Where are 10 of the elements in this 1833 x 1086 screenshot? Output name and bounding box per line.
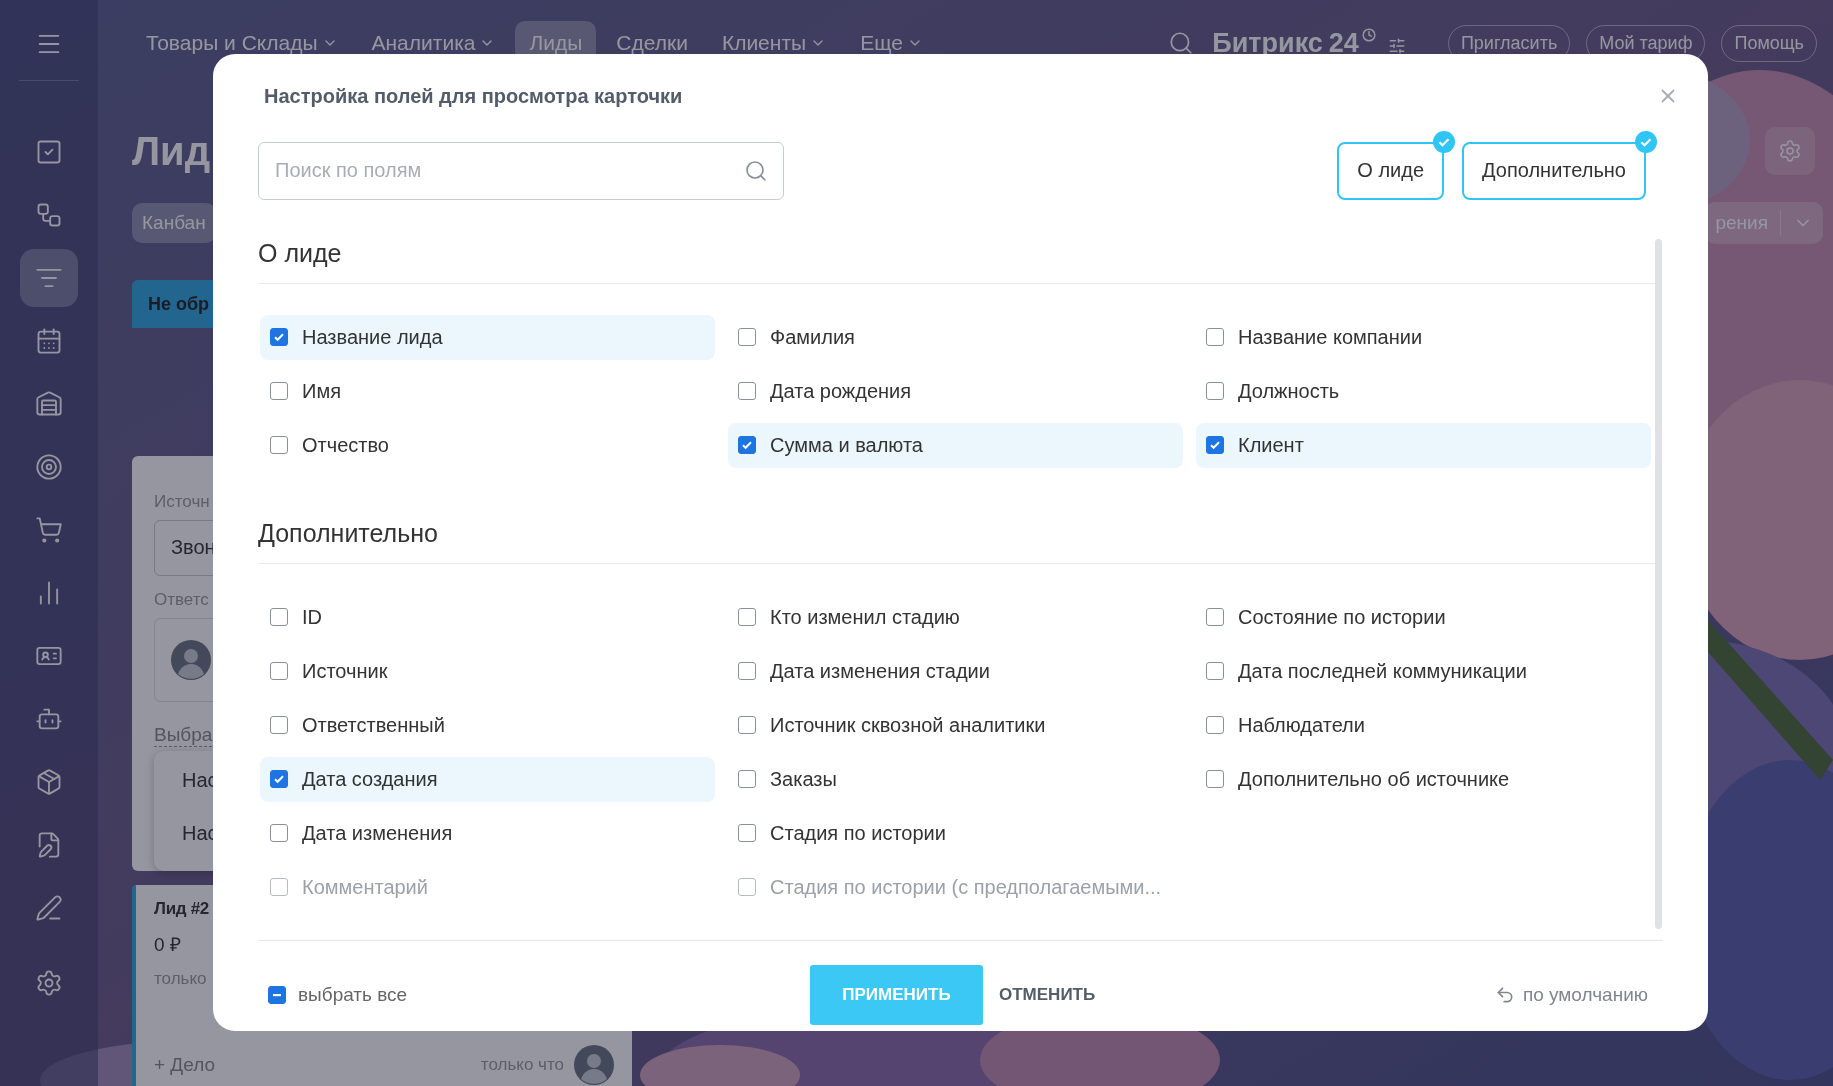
page-title: Лид (132, 128, 211, 174)
section-title: О лиде (258, 238, 342, 268)
lead-title: Лид #2 (154, 899, 209, 919)
dialog-title: Настройка полей для просмотра карточки (264, 84, 683, 108)
lead-time: только (154, 969, 207, 989)
section-title: Дополнительно (258, 518, 438, 548)
field-label: Источн (154, 492, 211, 512)
lead-amount: 0 ₽ (154, 933, 181, 957)
field-label: Ответс (154, 589, 210, 610)
activity-time: только что (480, 1055, 564, 1075)
